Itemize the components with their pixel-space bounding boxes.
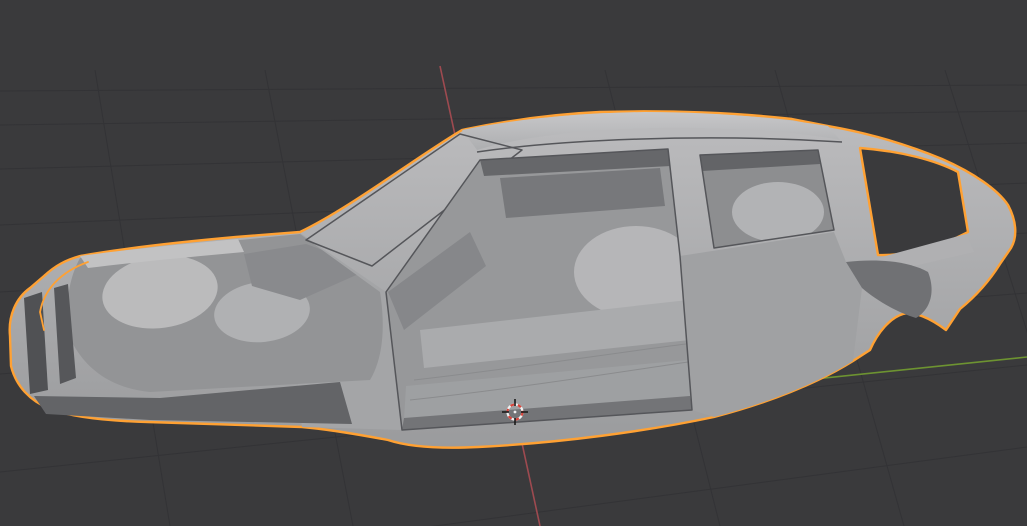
quarter-window-opening <box>699 149 835 249</box>
cursor-center-dot <box>513 410 517 414</box>
3d-viewport[interactable] <box>0 0 1027 526</box>
viewport-wrap <box>0 0 1027 526</box>
